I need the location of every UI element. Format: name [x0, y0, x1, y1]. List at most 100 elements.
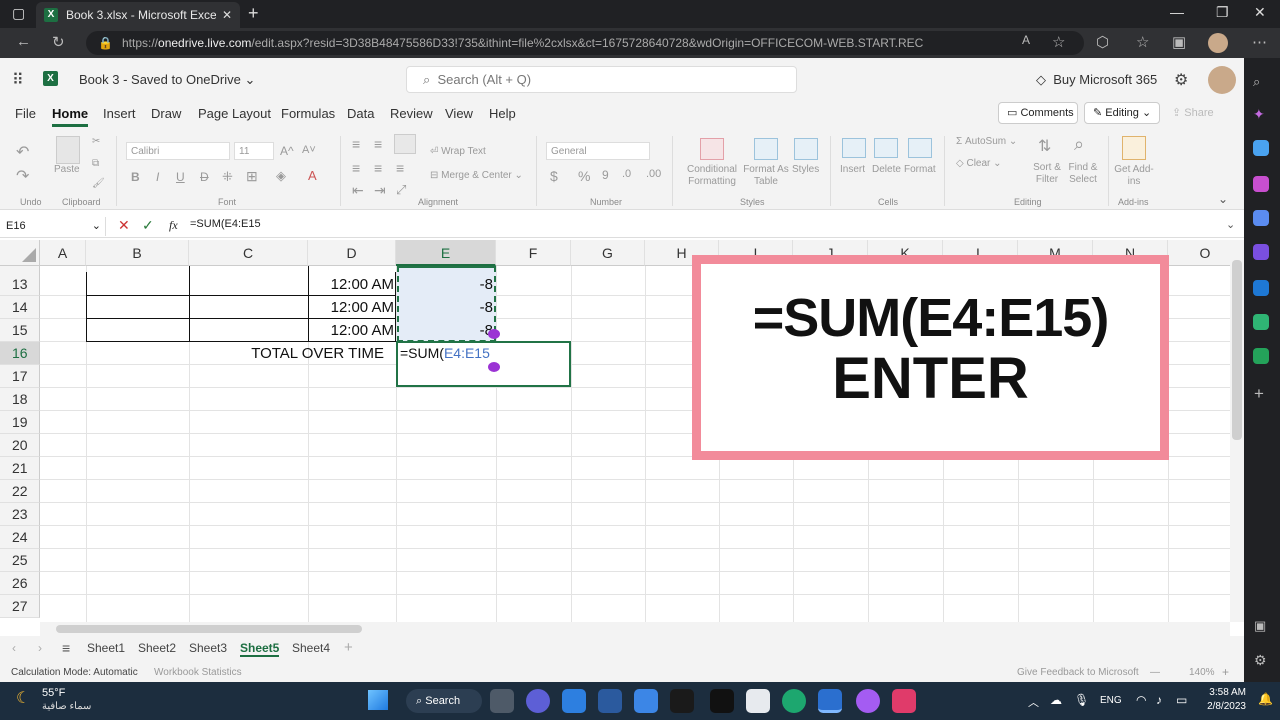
column-header[interactable]: C	[189, 240, 308, 266]
cell-d14[interactable]: 12:00 AM	[308, 296, 394, 319]
format-painter-icon[interactable]: 🖌	[92, 178, 105, 189]
cv-icon[interactable]	[1253, 348, 1269, 364]
b-app-icon[interactable]	[598, 689, 622, 713]
tab-page-layout[interactable]: Page Layout	[198, 106, 271, 121]
new-tab-icon[interactable]: +	[248, 3, 259, 24]
wifi-icon[interactable]: ◠	[1136, 693, 1146, 707]
cell-c16[interactable]: TOTAL OVER TIME	[190, 342, 384, 365]
decrease-indent-icon[interactable]: ⇤	[352, 182, 364, 199]
merge-center-button[interactable]: ⊟ Merge & Center ⌄	[430, 170, 523, 181]
get-addins-button[interactable]: Get Add-ins	[1112, 164, 1156, 188]
weather-temp[interactable]: 55°F	[42, 687, 65, 699]
address-bar[interactable]: https://onedrive.live.com/edit.aspx?resi…	[86, 31, 1084, 55]
row-header[interactable]: 22	[0, 480, 40, 503]
all-sheets-icon[interactable]: ≡	[62, 640, 70, 656]
redo-icon[interactable]: ↷	[16, 166, 29, 186]
volume-icon[interactable]: ♪	[1156, 693, 1162, 707]
row-header[interactable]: 25	[0, 549, 40, 572]
clock-date[interactable]: 2/8/2023	[1200, 701, 1246, 712]
prev-sheet-icon[interactable]: ‹	[12, 641, 16, 655]
align-middle-icon[interactable]: ≡	[374, 136, 382, 152]
delete-cells-button[interactable]: Delete	[872, 164, 901, 175]
cell-d15[interactable]: 12:00 AM	[308, 319, 394, 342]
add-sheet-icon[interactable]: +	[344, 639, 353, 656]
recorder-icon[interactable]	[892, 689, 916, 713]
sheet-tab-active[interactable]: Sheet5	[240, 641, 280, 657]
sort-filter-button[interactable]: Sort & Filter	[1028, 162, 1066, 186]
tab-help[interactable]: Help	[489, 106, 516, 121]
share-button[interactable]: ⇪ Share	[1172, 106, 1214, 119]
battery-icon[interactable]: ▭	[1176, 693, 1187, 707]
zoom-level[interactable]: 140%	[1189, 667, 1215, 678]
subscript-icon[interactable]: ⁜	[222, 169, 233, 185]
autosum-button[interactable]: Σ AutoSum ⌄	[956, 136, 1017, 147]
collections-icon[interactable]: ▣	[1172, 33, 1186, 51]
editing-mode-button[interactable]: ✎ Editing ⌄	[1084, 102, 1160, 124]
row-header[interactable]: 14	[0, 296, 40, 319]
row-header[interactable]: 20	[0, 434, 40, 457]
tab-data[interactable]: Data	[347, 106, 374, 121]
tab-home[interactable]: Home	[52, 106, 89, 127]
tiktok-alt-icon[interactable]	[710, 689, 734, 713]
profile-avatar[interactable]	[1208, 33, 1228, 53]
undo-icon[interactable]: ↶	[16, 142, 29, 162]
row-header[interactable]: 24	[0, 526, 40, 549]
percent-icon[interactable]: %	[578, 168, 590, 184]
formula-input[interactable]: =SUM(E4:E15	[190, 218, 261, 230]
align-top-icon[interactable]: ≡	[352, 136, 360, 152]
zoom-in-icon[interactable]: +	[1222, 665, 1229, 679]
refresh-icon[interactable]: ↻	[52, 33, 65, 51]
shrink-font-icon[interactable]: A˅	[302, 144, 316, 156]
user-avatar[interactable]	[1208, 66, 1236, 94]
workbook-statistics[interactable]: Workbook Statistics	[154, 667, 242, 678]
ribbon-collapse-icon[interactable]: ⌄	[1218, 192, 1228, 206]
conditional-formatting-button[interactable]: Conditional Formatting	[682, 164, 742, 188]
format-as-table-button[interactable]: Format As Table	[742, 164, 790, 188]
browser-tab[interactable]: X Book 3.xlsx - Microsoft Excel Onl ✕	[36, 2, 240, 28]
borders-icon[interactable]: ⊞	[246, 168, 258, 185]
games-icon[interactable]	[1253, 210, 1269, 226]
format-cells-button[interactable]: Format	[904, 164, 936, 175]
language-indicator[interactable]: ENG	[1100, 695, 1122, 706]
paste-button[interactable]: Paste	[54, 164, 80, 175]
currency-icon[interactable]: $	[550, 168, 558, 184]
extensions-icon[interactable]: ⬡	[1096, 33, 1109, 51]
back-icon[interactable]: ←	[16, 33, 31, 50]
row-header[interactable]: 17	[0, 365, 40, 388]
wrap-text-button[interactable]: ⏎ Wrap Text	[430, 146, 486, 157]
find-select-button[interactable]: Find & Select	[1064, 162, 1102, 186]
row-header[interactable]: 18	[0, 388, 40, 411]
search-icon[interactable]: ⌕	[1253, 74, 1269, 90]
notifications-icon[interactable]: 🔔	[1258, 692, 1273, 706]
cell-e14[interactable]: -8	[398, 296, 493, 319]
outlook-icon[interactable]	[1253, 280, 1269, 296]
font-name-dropdown[interactable]: Calibri	[126, 142, 230, 160]
cell-e16-formula[interactable]: =SUM(E4:E15	[400, 342, 490, 365]
cell-e13[interactable]: -8	[398, 273, 493, 296]
tab-review[interactable]: Review	[390, 106, 433, 121]
maximize-icon[interactable]: ❐	[1216, 4, 1229, 21]
next-sheet-icon[interactable]: ›	[38, 641, 42, 655]
more-icon[interactable]: ⋯	[1252, 33, 1267, 51]
clear-button[interactable]: ◇ Clear ⌄	[956, 158, 1002, 169]
windows-start-icon[interactable]	[368, 690, 388, 710]
bold-icon[interactable]: B	[131, 170, 140, 184]
clock-time[interactable]: 3:58 AM	[1206, 687, 1246, 698]
tab-actions-icon[interactable]: ▢	[12, 5, 25, 22]
tab-file[interactable]: File	[15, 106, 36, 121]
enter-icon[interactable]: ✓	[142, 217, 154, 234]
favorites-icon[interactable]: ☆	[1136, 33, 1149, 51]
tab-view[interactable]: View	[445, 106, 473, 121]
font-size-dropdown[interactable]: 11	[234, 142, 274, 160]
copy-icon[interactable]: ⧉	[92, 158, 99, 169]
edge-active-icon[interactable]	[818, 689, 842, 713]
minimize-icon[interactable]: —	[1170, 4, 1184, 20]
sidebar-settings-icon[interactable]: ⚙	[1254, 652, 1267, 669]
shopping-icon[interactable]	[1253, 140, 1269, 156]
document-title[interactable]: Book 3 - Saved to OneDrive ⌄	[79, 72, 255, 88]
column-header-selected[interactable]: E	[396, 240, 496, 266]
buy-m365-button[interactable]: ◇ Buy Microsoft 365	[1036, 72, 1157, 88]
cell-styles-button[interactable]: Styles	[792, 164, 819, 175]
cell-d13[interactable]: 12:00 AM	[308, 273, 394, 296]
cell-e15[interactable]: -8	[398, 319, 493, 342]
